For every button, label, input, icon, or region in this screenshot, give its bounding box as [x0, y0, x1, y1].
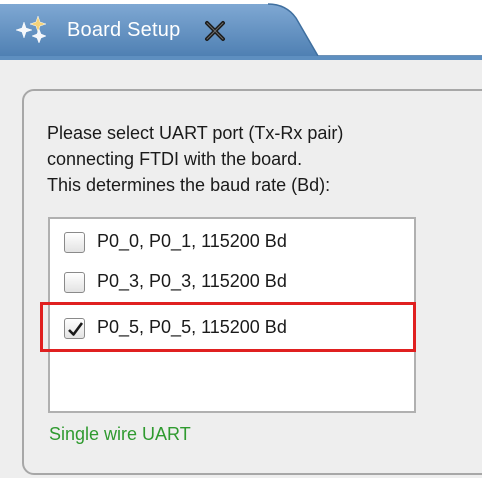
checkbox[interactable] [64, 232, 85, 253]
selection-highlight [40, 302, 416, 352]
uart-option-label: P0_3, P0_3, 115200 Bd [97, 271, 287, 291]
close-icon[interactable] [202, 18, 228, 44]
uart-status-text: Single wire UART [49, 424, 191, 444]
uart-option[interactable]: P0_3, P0_3, 115200 Bd [50, 262, 414, 302]
tab-strip: Board Setup [0, 0, 482, 60]
uart-option-label: P0_0, P0_1, 115200 Bd [97, 231, 287, 251]
prompt-line: connecting FTDI with the board. [47, 149, 303, 169]
uart-option[interactable]: P0_0, P0_1, 115200 Bd [50, 222, 414, 262]
prompt-line: Please select UART port (Tx-Rx pair) [47, 123, 344, 143]
prompt-line: This determines the baud rate (Bd): [47, 175, 331, 195]
gear-cluster-icon [15, 15, 47, 44]
tab-title[interactable]: Board Setup [67, 19, 180, 42]
checkbox[interactable] [64, 272, 85, 293]
uart-prompt: Please select UART port (Tx-Rx pair) con… [47, 120, 467, 198]
